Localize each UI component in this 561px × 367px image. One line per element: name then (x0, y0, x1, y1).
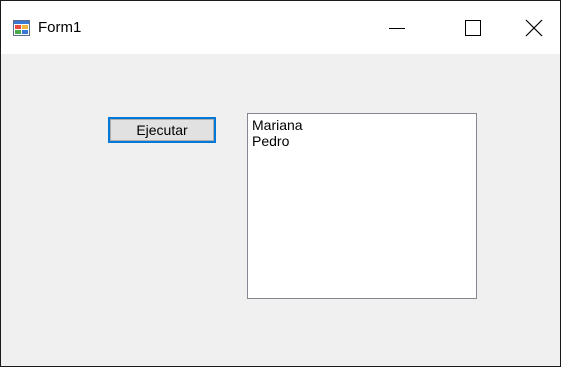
minimize-button[interactable] (371, 1, 423, 54)
close-button[interactable] (508, 1, 560, 54)
window-title: Form1 (38, 19, 82, 36)
maximize-icon (465, 19, 481, 36)
form-client-area: Ejecutar Mariana Pedro (1, 54, 560, 366)
form1-window: Form1 Ejecutar Mariana Pedro (0, 0, 561, 367)
list-item[interactable]: Mariana (252, 117, 476, 133)
execute-button-label: Ejecutar (110, 119, 214, 141)
app-icon[interactable] (13, 20, 30, 36)
minimize-icon (389, 27, 405, 29)
close-icon (525, 19, 543, 36)
names-listbox[interactable]: Mariana Pedro (247, 113, 477, 299)
execute-button[interactable]: Ejecutar (108, 117, 216, 143)
list-item[interactable]: Pedro (252, 133, 476, 149)
title-bar[interactable]: Form1 (1, 1, 560, 54)
maximize-button[interactable] (447, 1, 499, 54)
